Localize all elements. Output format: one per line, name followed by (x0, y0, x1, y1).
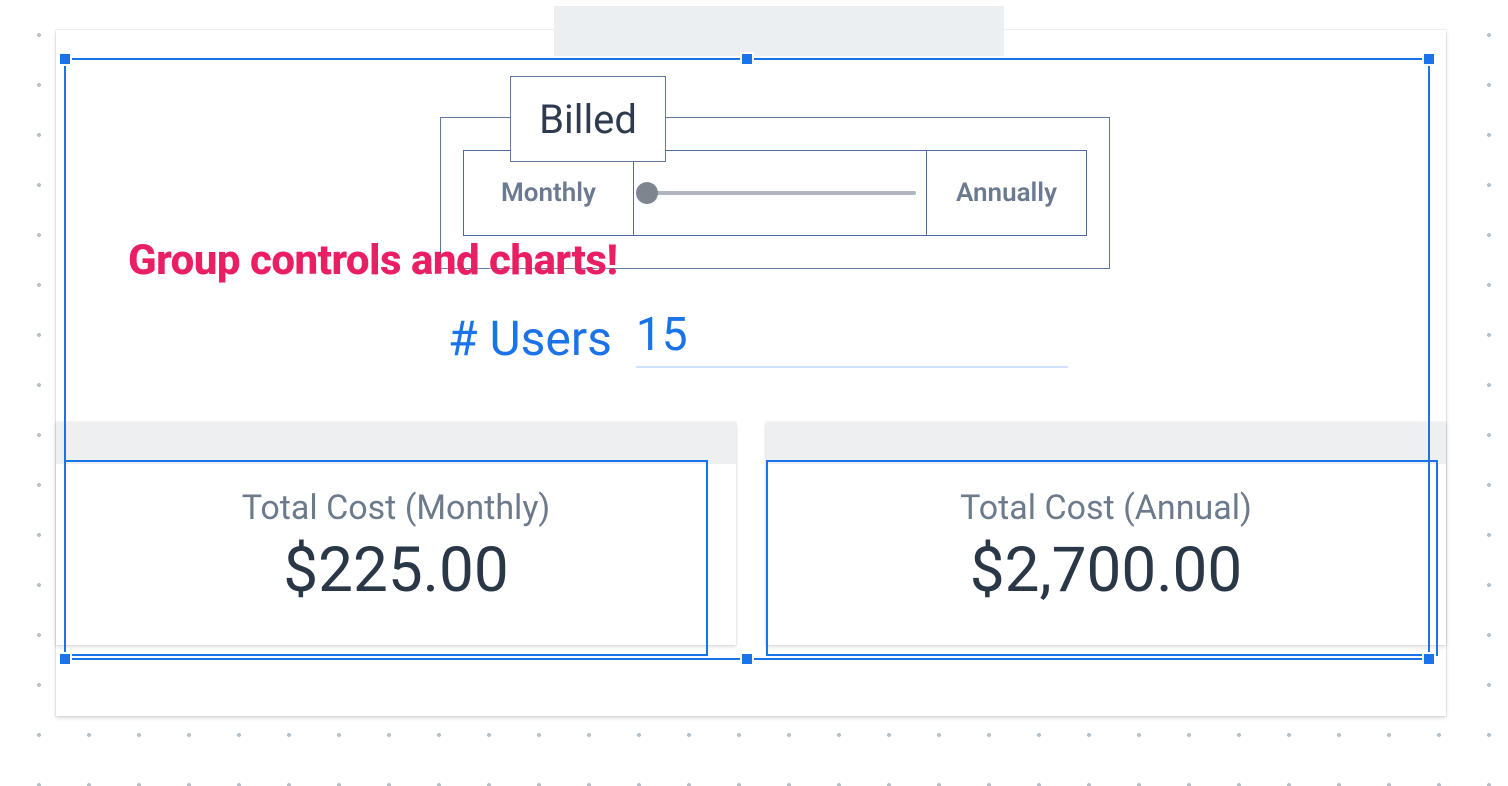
card-title-placeholder (554, 6, 1004, 56)
resize-handle-bottom-right[interactable] (1422, 652, 1436, 666)
users-label: # Users (448, 310, 612, 367)
billed-label: Billed (539, 96, 637, 143)
resize-handle-top-left[interactable] (58, 52, 72, 66)
users-input[interactable]: 15 (636, 308, 1068, 368)
resize-handle-bottom-left[interactable] (58, 652, 72, 666)
users-input-row: # Users 15 (448, 305, 1068, 371)
billing-option-monthly-label: Monthly (501, 178, 596, 208)
resize-handle-top-right[interactable] (1422, 52, 1436, 66)
billing-slider-inner: Monthly Annually (463, 150, 1087, 236)
billing-option-monthly[interactable]: Monthly (464, 151, 634, 235)
resize-handle-bottom-center[interactable] (740, 652, 754, 666)
billing-slider-thumb[interactable] (636, 182, 658, 204)
billed-label-box[interactable]: Billed (510, 76, 666, 162)
billing-option-annually[interactable]: Annually (926, 151, 1086, 235)
annotation-callout: Group controls and charts! (128, 236, 617, 285)
users-value: 15 (636, 308, 688, 362)
resize-handle-top-center[interactable] (740, 52, 754, 66)
billing-option-annually-label: Annually (956, 178, 1057, 208)
billing-slider-track[interactable] (646, 191, 916, 195)
